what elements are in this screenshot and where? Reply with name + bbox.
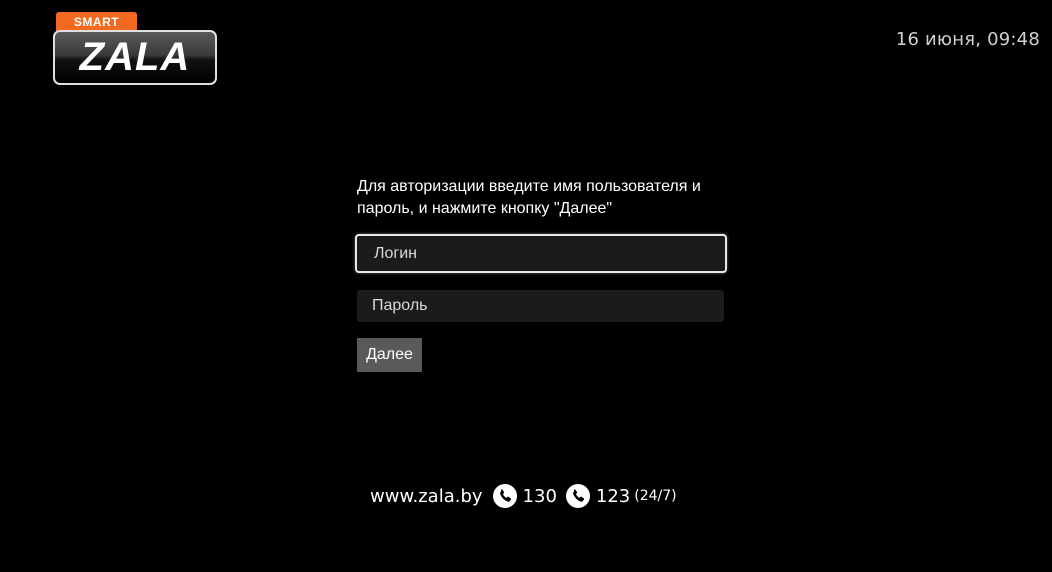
login-instructions: Для авторизации введите имя пользователя… [357, 178, 701, 217]
logo-wordmark: ZALA [79, 35, 191, 79]
next-button[interactable]: Далее [357, 338, 422, 372]
login-placeholder: Логин [374, 244, 418, 262]
support-footer: www.zala.by 130 123 (24/7) [370, 483, 677, 509]
login-form: Для авторизации введите имя пользователя… [355, 176, 727, 372]
support-hours: (24/7) [634, 488, 677, 504]
logo-box: ZALA [53, 30, 217, 85]
phone-icon [565, 484, 590, 508]
date-time: 16 июня, 09:48 [895, 29, 1040, 50]
password-field[interactable]: Пароль [357, 290, 724, 322]
zala-smart-logo: SMART ZALA [53, 12, 217, 85]
logo-smart-badge: SMART [56, 12, 137, 32]
phone-icon [492, 484, 517, 508]
website-link: www.zala.by [370, 485, 483, 507]
login-field[interactable]: Логин [355, 234, 727, 273]
phone-number-short: 130 [522, 485, 557, 507]
password-placeholder: Пароль [372, 297, 428, 314]
phone-number-support: 123 [595, 485, 631, 507]
